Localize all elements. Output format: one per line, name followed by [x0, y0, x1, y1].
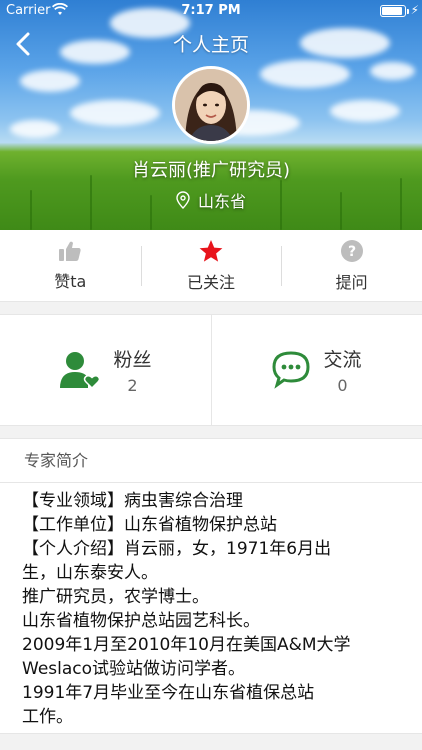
fans-stat[interactable]: 粉丝 2 — [0, 315, 211, 425]
exchange-count: 0 — [337, 376, 348, 395]
exchange-stat[interactable]: 交流 0 — [211, 315, 422, 425]
cloud — [370, 62, 415, 80]
question-icon: ? — [340, 239, 363, 262]
avatar[interactable] — [172, 66, 250, 144]
bio-line: 【工作单位】山东省植物保护总站 — [22, 515, 277, 535]
user-heart-icon — [60, 352, 101, 390]
bio-line: 工作。 — [22, 707, 73, 727]
bio-body: 【专业领域】病虫害综合治理 【工作单位】山东省植物保护总站 【个人介绍】肖云丽，… — [0, 483, 422, 729]
ask-label: 提问 — [335, 272, 368, 292]
like-label: 赞ta — [54, 271, 87, 291]
cloud — [20, 70, 80, 92]
ask-button[interactable]: ? 提问 — [281, 230, 422, 301]
bio-line: 【专业领域】病虫害综合治理 — [22, 491, 243, 511]
bio-line: 推广研究员，农学博士。 — [22, 587, 209, 607]
cloud — [70, 100, 160, 126]
status-time: 7:17 PM — [181, 3, 241, 18]
profile-header: Carrier 7:17 PM ⚡ 个人主页 肖云丽(推广研究员) 山东省 — [0, 0, 422, 230]
bio-line: Weslaco试验站做访问学者。 — [22, 659, 246, 679]
battery-tip — [407, 9, 409, 14]
bio-line: 【个人介绍】肖云丽，女，1971年6月出 — [22, 539, 332, 559]
location: 山东省 — [0, 188, 422, 212]
location-pin-icon — [176, 191, 190, 209]
like-button[interactable]: 赞ta — [0, 230, 141, 301]
charging-icon: ⚡ — [410, 3, 419, 17]
thumbs-up-icon — [59, 241, 81, 261]
star-icon — [199, 239, 223, 262]
chat-bubbles-icon — [272, 351, 310, 389]
fans-count: 2 — [127, 376, 138, 395]
fans-label: 粉丝 — [113, 349, 152, 371]
bio-line: 2009年1月至2010年10月在美国A&M大学 — [22, 635, 351, 655]
status-bar: Carrier 7:17 PM ⚡ — [0, 0, 422, 22]
follow-label: 已关注 — [187, 272, 236, 292]
cloud — [10, 120, 60, 138]
svg-text:?: ? — [348, 244, 356, 260]
battery-icon — [380, 5, 406, 17]
cloud — [260, 60, 350, 88]
avatar-photo — [175, 69, 247, 141]
follow-button[interactable]: 已关注 — [140, 230, 282, 301]
action-bar: 赞ta 已关注 ? 提问 — [0, 230, 422, 302]
expert-bio: 专家简介 【专业领域】病虫害综合治理 【工作单位】山东省植物保护总站 【个人介绍… — [0, 438, 422, 734]
exchange-label: 交流 — [323, 349, 362, 371]
page-title: 个人主页 — [172, 34, 249, 56]
stats-panel: 粉丝 2 交流 0 — [0, 314, 422, 426]
location-label: 山东省 — [197, 192, 246, 211]
bio-line: 生，山东泰安人。 — [22, 563, 158, 583]
expert-name: 肖云丽(推广研究员) — [131, 160, 291, 181]
bio-line: 山东省植物保护总站园艺科长。 — [22, 611, 260, 631]
cloud — [330, 100, 400, 122]
bio-line: 1991年7月毕业至今在山东省植保总站 — [22, 683, 315, 703]
bio-header: 专家简介 — [0, 439, 422, 483]
